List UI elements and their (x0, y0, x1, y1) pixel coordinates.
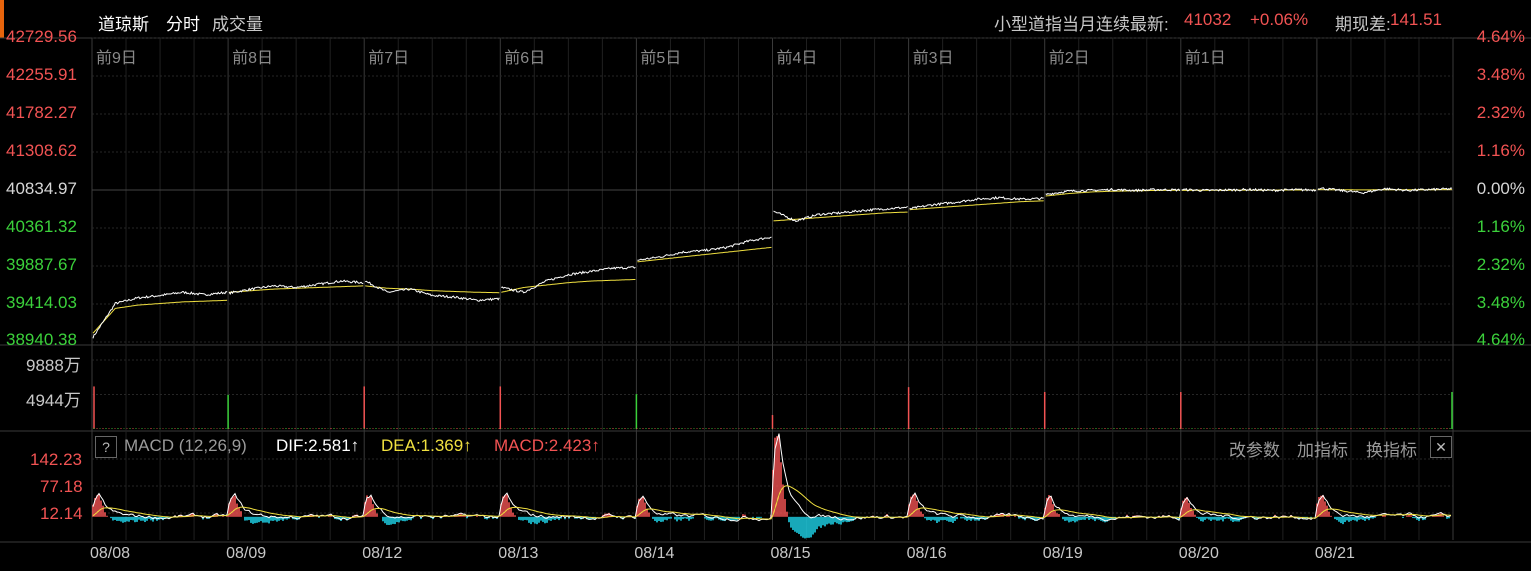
day-label: 前9日 (96, 50, 137, 67)
macd-hist-value: MACD:2.423↑ (494, 436, 600, 455)
percent-axis-label: 1.16% (1476, 141, 1525, 160)
price-axis-label: 39414.03 (6, 293, 77, 312)
day-label: 前5日 (640, 50, 682, 67)
percent-axis-label: 2.32% (1476, 255, 1525, 274)
price-axis-label: 39887.67 (6, 255, 77, 274)
macd-dea-value: DEA:1.369↑ (381, 436, 472, 455)
percent-axis-label: 4.64% (1476, 330, 1525, 349)
date-label: 08/16 (906, 545, 947, 562)
date-label: 08/14 (634, 545, 675, 562)
price-axis-label: 41308.62 (6, 141, 77, 160)
percent-axis-label: 3.48% (1476, 65, 1525, 84)
price-axis-label: 40834.97 (6, 179, 77, 198)
percent-axis-label: 3.48% (1476, 293, 1525, 312)
percent-axis-label: 2.32% (1476, 103, 1525, 122)
day-label: 前6日 (504, 50, 546, 67)
close-icon[interactable]: ✕ (1430, 436, 1452, 458)
add-indicator-button[interactable]: 加指标 (1297, 436, 1348, 461)
date-label: 08/13 (498, 545, 539, 562)
date-label: 08/09 (226, 545, 267, 562)
day-label: 前7日 (368, 50, 410, 67)
volume-axis-mid: 4944万 (26, 391, 81, 410)
date-label: 08/15 (770, 545, 811, 562)
percent-axis-label: 4.64% (1476, 27, 1525, 46)
chart-grid (0, 37, 1531, 543)
day-label: 前3日 (912, 50, 954, 67)
price-axis-label: 38940.38 (6, 330, 77, 349)
price-axis-label: 41782.27 (6, 103, 77, 122)
price-axis-label: 40361.32 (6, 217, 77, 236)
change-params-button[interactable]: 改参数 (1229, 436, 1280, 461)
price-axis-label: 42255.91 (6, 65, 77, 84)
switch-indicator-button[interactable]: 换指标 (1366, 436, 1417, 461)
date-label: 08/20 (1178, 545, 1219, 562)
date-label: 08/21 (1314, 545, 1355, 562)
day-label: 前2日 (1048, 50, 1090, 67)
date-label: 08/12 (362, 545, 403, 562)
day-label: 前8日 (232, 50, 273, 67)
macd-axis-low: 12.14 (40, 504, 83, 523)
macd-axis-mid: 77.18 (40, 477, 83, 496)
price-axis-label: 42729.56 (6, 27, 77, 46)
percent-axis-label: 0.00% (1476, 179, 1525, 198)
day-label: 前4日 (776, 50, 818, 67)
macd-dif-value: DIF:2.581↑ (276, 436, 360, 455)
intraday-chart[interactable] (0, 0, 1531, 571)
help-icon[interactable]: ? (95, 436, 117, 458)
date-label: 08/08 (90, 545, 131, 562)
macd-indicator-name: MACD (12,26,9) (124, 436, 247, 455)
date-label: 08/19 (1042, 545, 1083, 562)
day-label: 前1日 (1184, 50, 1226, 67)
percent-axis-label: 1.16% (1476, 217, 1525, 236)
volume-axis-max: 9888万 (26, 356, 81, 375)
macd-axis-top: 142.23 (30, 450, 82, 469)
